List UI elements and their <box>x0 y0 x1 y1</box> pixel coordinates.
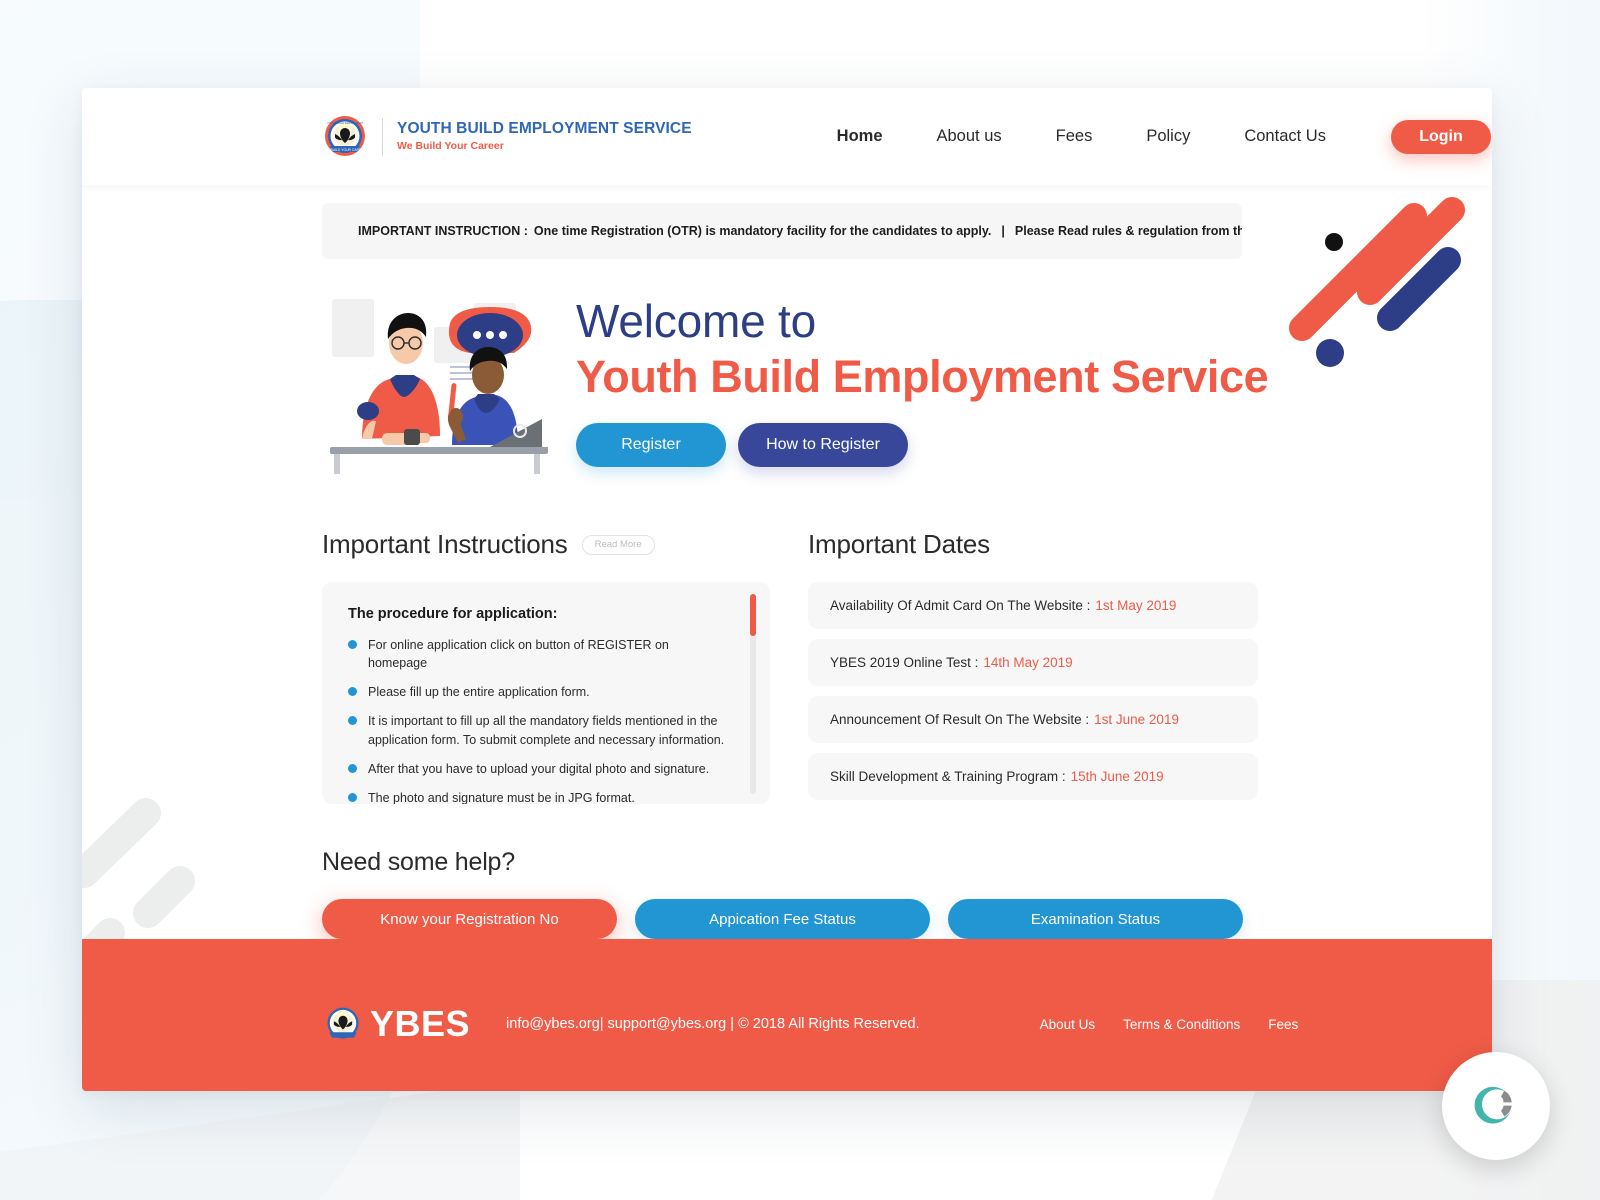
date-label: Skill Development & Training Program : <box>830 769 1066 784</box>
dates-list: Availability Of Admit Card On The Websit… <box>808 582 1258 800</box>
procedure-title: The procedure for application: <box>348 606 558 622</box>
date-row-admit-card[interactable]: Availability Of Admit Card On The Websit… <box>808 582 1258 629</box>
need-help-title: Need some help? <box>322 848 515 876</box>
application-fee-status-button[interactable]: Appication Fee Status <box>635 899 930 939</box>
date-row-result[interactable]: Announcement Of Result On The Website : … <box>808 696 1258 743</box>
instructions-heading-row: Important Instructions Read More <box>322 529 770 560</box>
nav-item-home[interactable]: Home <box>810 127 910 146</box>
date-row-online-test[interactable]: YBES 2019 Online Test : 14th May 2019 <box>808 639 1258 686</box>
hero-buttons: Register How to Register <box>576 422 1268 467</box>
svg-text:WE BUILD YOUR CAREER: WE BUILD YOUR CAREER <box>324 148 367 152</box>
content-wrapper: IMPORTANT INSTRUCTION : One time Registr… <box>82 203 1492 939</box>
instructions-scrollbar-thumb[interactable] <box>750 594 756 636</box>
bullet-dot-icon <box>348 716 357 726</box>
bullet-dot-icon <box>348 640 357 649</box>
footer-contact-text: info@ybes.org| support@ybes.org | © 2018… <box>506 1016 920 1032</box>
examination-status-button[interactable]: Examination Status <box>948 899 1243 939</box>
hero-title: Youth Build Employment Service <box>576 350 1269 402</box>
date-row-skill-development[interactable]: Skill Development & Training Program : 1… <box>808 753 1258 800</box>
important-instructions-title: Important Instructions <box>322 529 568 559</box>
list-item: For online application click on button o… <box>348 636 730 672</box>
instructions-scrollbar[interactable] <box>750 594 756 794</box>
bullet-dot-icon <box>348 687 357 697</box>
footer-logo-text: YBES <box>370 1003 471 1044</box>
footer-brand[interactable]: YBES <box>322 1003 470 1045</box>
date-value: 1st June 2019 <box>1094 712 1179 727</box>
nav-item-contact-us[interactable]: Contact Us <box>1217 127 1353 146</box>
important-dates-title: Important Dates <box>808 529 990 559</box>
brand-title: YOUTH BUILD EMPLOYMENT SERVICE <box>397 120 692 138</box>
date-label: YBES 2019 Online Test : <box>830 655 979 670</box>
dates-heading-row: Important Dates <box>808 529 1258 560</box>
page-body: IMPORTANT INSTRUCTION : One time Registr… <box>82 203 1492 1091</box>
procedure-text: Please fill up the entire application fo… <box>368 685 590 700</box>
procedure-text: For online application click on button o… <box>368 638 669 671</box>
how-to-register-button[interactable]: How to Register <box>738 422 908 467</box>
info-columns: Important Instructions Read More The pro… <box>322 529 1492 804</box>
two-people-desk-illustration <box>322 287 552 477</box>
login-button[interactable]: Login <box>1390 119 1491 154</box>
footer-link-terms[interactable]: Terms & Conditions <box>1123 1017 1240 1032</box>
eagle-crest-icon <box>322 1003 364 1045</box>
procedure-text: After that you have to upload your digit… <box>368 761 710 776</box>
important-dates-column: Important Dates Availability Of Admit Ca… <box>808 529 1258 804</box>
brand-tagline: We Build Your Career <box>397 139 504 152</box>
svg-text:YOUTH BUILD EMPLOYMENT: YOUTH BUILD EMPLOYMENT <box>327 121 364 125</box>
date-value: 1st May 2019 <box>1095 598 1177 613</box>
procedure-text: The photo and signature must be in JPG f… <box>368 790 635 804</box>
register-button[interactable]: Register <box>576 422 726 467</box>
hero-copy: Welcome to Youth Build Employment Servic… <box>576 291 1269 467</box>
know-registration-no-button[interactable]: Know your Registration No <box>322 899 617 939</box>
site-header: WE BUILD YOUR CAREER YOUTH BUILD EMPLOYM… <box>82 88 1492 185</box>
important-instruction-banner: IMPORTANT INSTRUCTION : One time Registr… <box>322 203 1242 259</box>
eagle-crest-icon: WE BUILD YOUR CAREER YOUTH BUILD EMPLOYM… <box>322 114 368 160</box>
instruction-separator: | <box>1001 224 1005 238</box>
list-item: After that you have to upload your digit… <box>348 760 730 778</box>
list-item: Please fill up the entire application fo… <box>348 683 730 701</box>
brand-text: YOUTH BUILD EMPLOYMENT SERVICE We Build … <box>397 120 692 152</box>
need-help-buttons: Know your Registration No Appication Fee… <box>322 899 1492 939</box>
hero-section: Welcome to Youth Build Employment Servic… <box>322 281 1492 477</box>
date-label: Announcement Of Result On The Website : <box>830 712 1090 727</box>
instructions-card: The procedure for application: For onlin… <box>322 582 770 804</box>
site-footer: YBES info@ybes.org| support@ybes.org | ©… <box>82 939 1492 1091</box>
nav-item-fees[interactable]: Fees <box>1029 127 1120 146</box>
brand-divider <box>382 117 383 156</box>
footer-link-fees[interactable]: Fees <box>1268 1017 1298 1032</box>
instruction-label: IMPORTANT INSTRUCTION : <box>358 224 528 238</box>
need-help-section: Need some help? Know your Registration N… <box>322 848 1492 939</box>
read-more-badge[interactable]: Read More <box>581 534 655 555</box>
bullet-dot-icon <box>348 763 357 773</box>
bullet-dot-icon <box>348 792 357 802</box>
date-value: 14th May 2019 <box>983 655 1073 670</box>
date-label: Availability Of Admit Card On The Websit… <box>830 598 1091 613</box>
brand-logo[interactable]: WE BUILD YOUR CAREER YOUTH BUILD EMPLOYM… <box>322 114 692 160</box>
procedure-text: It is important to fill up all the manda… <box>368 714 725 747</box>
footer-link-about-us[interactable]: About Us <box>1040 1017 1096 1032</box>
important-instructions-column: Important Instructions Read More The pro… <box>322 529 770 804</box>
footer-links: About Us Terms & Conditions Fees <box>1040 1017 1299 1032</box>
website-preview-card: WE BUILD YOUR CAREER YOUTH BUILD EMPLOYM… <box>82 88 1492 1091</box>
chat-bubble-c-icon <box>1471 1079 1521 1134</box>
chat-widget-button[interactable] <box>1442 1052 1550 1160</box>
procedure-list: For online application click on button o… <box>348 636 730 804</box>
list-item: The photo and signature must be in JPG f… <box>348 789 730 804</box>
hero-welcome-text: Welcome to <box>576 295 817 348</box>
date-value: 15th June 2019 <box>1070 769 1164 784</box>
instruction-text: One time Registration (OTR) is mandatory… <box>533 224 992 238</box>
instruction-text-secondary: Please Read rules & regulation from the … <box>1014 224 1242 238</box>
nav-item-about-us[interactable]: About us <box>910 127 1029 146</box>
list-item: It is important to fill up all the manda… <box>348 712 730 748</box>
nav-item-policy[interactable]: Policy <box>1119 127 1217 146</box>
main-navigation: Home About us Fees Policy Contact Us Log… <box>810 119 1491 154</box>
